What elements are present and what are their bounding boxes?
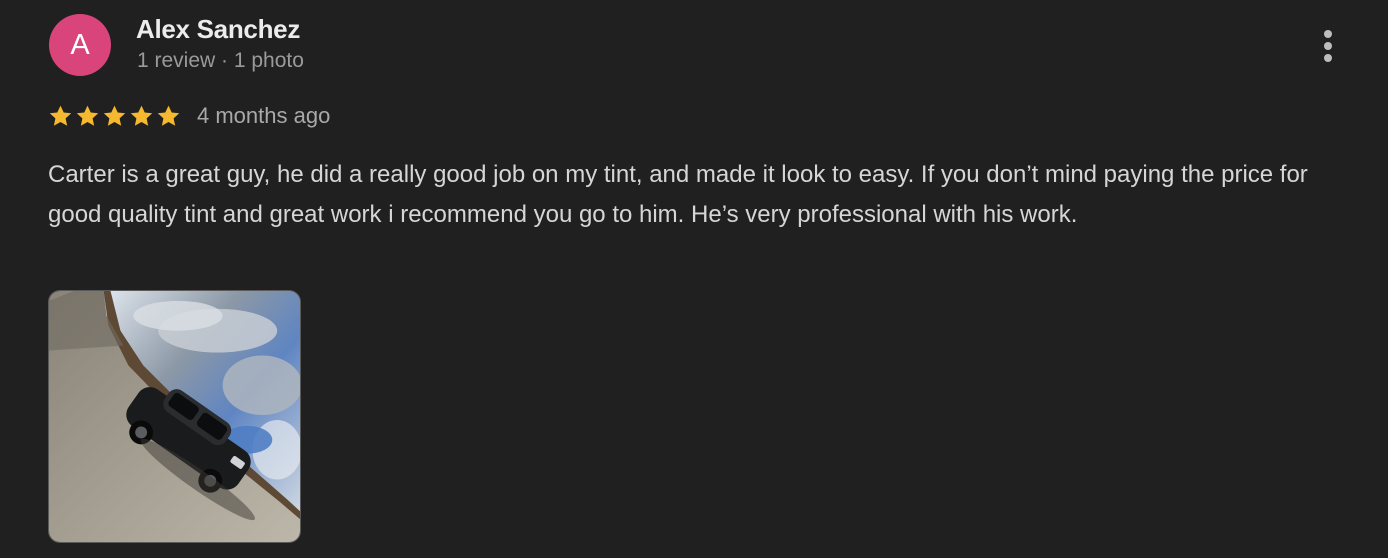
star-icon — [76, 105, 99, 126]
avatar[interactable]: A — [49, 14, 111, 76]
car-photo-image — [49, 291, 300, 542]
review-card: A Alex Sanchez 1 review · 1 photo 4 mont… — [0, 0, 1388, 558]
star-icon — [49, 105, 72, 126]
rating-row: 4 months ago — [48, 100, 330, 132]
reviewer-meta: 1 review · 1 photo — [137, 49, 304, 72]
review-photo[interactable] — [48, 290, 301, 543]
more-vert-icon — [1324, 54, 1332, 62]
review-text: Carter is a great guy, he did a really g… — [48, 161, 1308, 228]
review-date: 4 months ago — [197, 103, 331, 128]
more-options-button[interactable] — [1314, 26, 1342, 66]
star-icon — [103, 105, 126, 126]
more-vert-icon — [1324, 30, 1332, 38]
star-icon — [157, 105, 180, 126]
star-rating — [48, 104, 181, 129]
more-vert-icon — [1324, 42, 1332, 50]
reviewer-name[interactable]: Alex Sanchez — [136, 14, 300, 45]
star-icon — [130, 105, 153, 126]
